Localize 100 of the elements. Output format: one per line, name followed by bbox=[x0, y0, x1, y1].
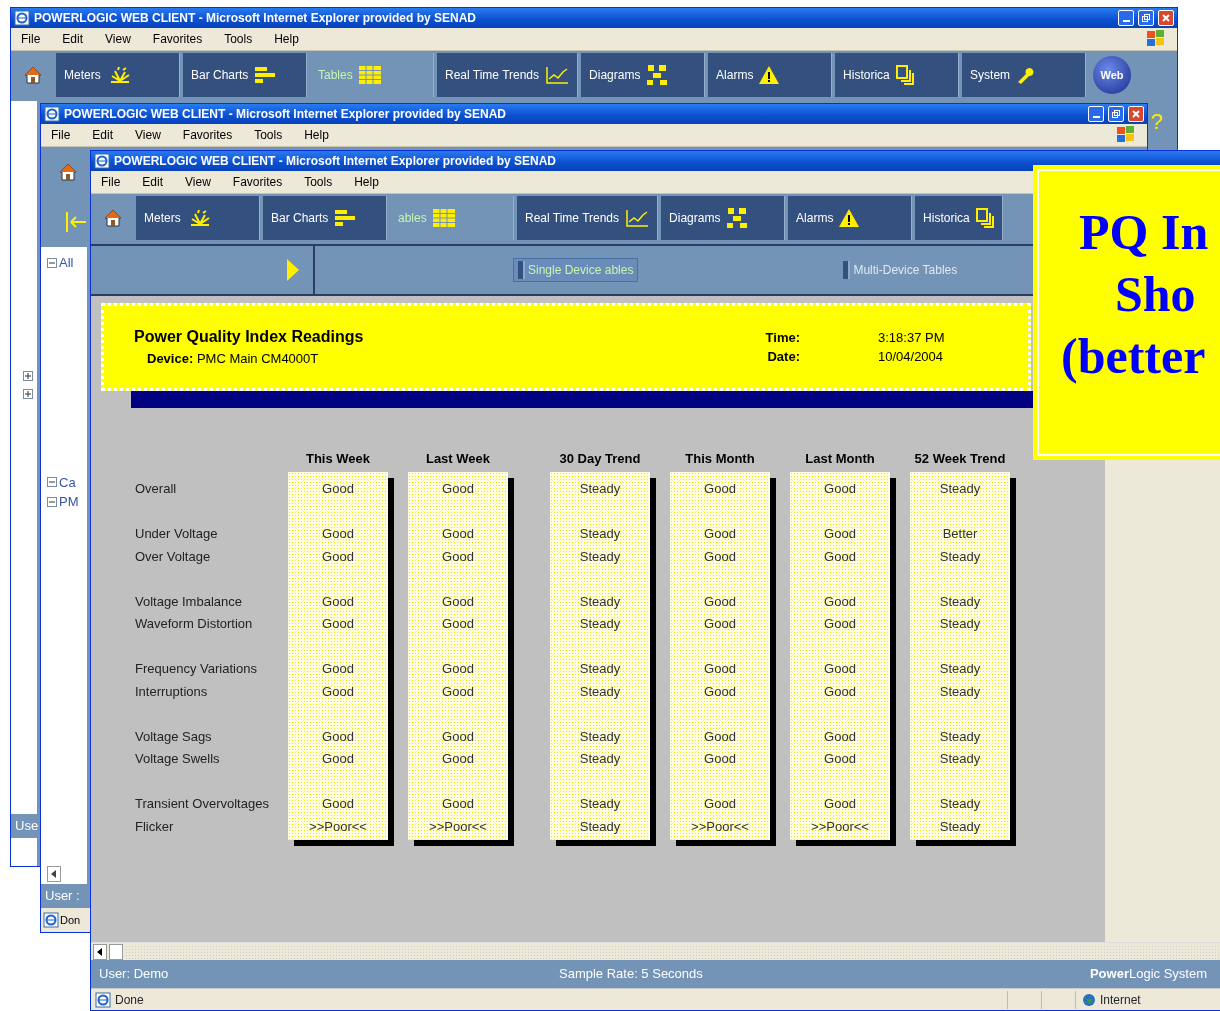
nav-tab[interactable]: Real Time Trends bbox=[437, 53, 579, 97]
menu-item[interactable]: Tools bbox=[224, 30, 253, 48]
menu-item[interactable]: File bbox=[21, 30, 41, 48]
tree-item[interactable]: PM bbox=[59, 492, 79, 512]
arrow-icon[interactable] bbox=[287, 259, 299, 281]
nav-tab[interactable]: Historica bbox=[915, 196, 1003, 240]
close-icon bbox=[1131, 109, 1141, 119]
menu-item[interactable]: Edit bbox=[142, 173, 164, 191]
menu-item[interactable]: View bbox=[105, 30, 131, 48]
table-cell-text: Steady bbox=[578, 547, 622, 566]
nav-tab[interactable]: Alarms bbox=[708, 53, 833, 97]
table-cell-text: Good bbox=[823, 727, 857, 746]
bar-chart-icon bbox=[254, 66, 277, 84]
callout-text: (better bbox=[1061, 327, 1206, 386]
nav-tab[interactable]: Diagrams bbox=[661, 196, 786, 240]
table-cell-text: Steady bbox=[938, 727, 982, 746]
table-cell-text: >>Poor<< bbox=[428, 817, 488, 836]
table-cell-text: Good bbox=[441, 480, 475, 498]
table-cell-text: Steady bbox=[938, 750, 982, 768]
table-cell-text: Steady bbox=[578, 750, 622, 768]
menu-item[interactable]: Favorites bbox=[232, 173, 283, 191]
nav-tab[interactable]: Meters bbox=[56, 53, 180, 97]
nav-tab[interactable]: Diagrams bbox=[581, 53, 706, 97]
minimize-button[interactable] bbox=[1118, 10, 1134, 26]
field-label: Time: bbox=[765, 328, 800, 347]
table-cell-text: Good bbox=[441, 727, 475, 746]
collapse-icon[interactable] bbox=[47, 477, 57, 488]
menu-item[interactable]: View bbox=[185, 173, 211, 191]
collapse-icon[interactable] bbox=[47, 496, 57, 507]
minimize-button[interactable] bbox=[1088, 106, 1104, 122]
close-icon bbox=[1161, 13, 1171, 23]
table-cell-text: Good bbox=[321, 682, 355, 701]
close-button[interactable] bbox=[1128, 106, 1144, 122]
window-title: POWERLOGIC WEB CLIENT - Microsoft Internet Explorer provided by SENAD bbox=[64, 106, 508, 123]
documents-icon bbox=[975, 208, 994, 228]
table-cell-text: Better bbox=[941, 525, 979, 543]
wrench-icon bbox=[1016, 66, 1035, 84]
collapse-icon[interactable] bbox=[47, 257, 57, 268]
nav-tab[interactable]: Bar Charts bbox=[263, 196, 387, 240]
expand-icon[interactable] bbox=[23, 371, 33, 381]
table-cell-text: Steady bbox=[938, 480, 982, 498]
book-icon bbox=[518, 261, 525, 279]
nav-tab[interactable]: System bbox=[962, 53, 1087, 97]
table-cell-text: Good bbox=[441, 660, 475, 678]
collapse-pane-icon[interactable] bbox=[65, 211, 87, 233]
nav-tab[interactable]: Meters bbox=[136, 196, 260, 240]
field-label: Date: bbox=[766, 348, 800, 366]
scroll-thumb[interactable] bbox=[109, 943, 123, 960]
browser-icon bbox=[14, 10, 30, 26]
menu-item[interactable]: Edit bbox=[62, 30, 84, 48]
scroll-left-button[interactable] bbox=[47, 866, 61, 882]
restore-button[interactable] bbox=[1108, 106, 1124, 122]
table-cell-text: Steady bbox=[938, 660, 982, 678]
menu-item[interactable]: View bbox=[135, 126, 161, 144]
scroll-left-button[interactable] bbox=[93, 943, 107, 960]
restore-button[interactable] bbox=[1138, 10, 1154, 26]
menu-item[interactable]: Favorites bbox=[182, 126, 233, 144]
device-text: Device: PMC Main CM4000T bbox=[147, 350, 320, 369]
status-text: Use bbox=[11, 814, 37, 838]
nav-tab[interactable]: Bar Charts bbox=[183, 53, 307, 97]
time-value: 3:18:37 PM bbox=[878, 328, 946, 347]
browser-icon bbox=[44, 106, 60, 122]
report-title: Power Quality Index Readings bbox=[134, 327, 364, 348]
menu-item[interactable]: Help bbox=[304, 126, 329, 144]
table-cell-text: Good bbox=[441, 592, 475, 611]
menu-item[interactable]: Favorites bbox=[152, 30, 203, 48]
documents-icon bbox=[895, 65, 914, 85]
status-text: Done bbox=[115, 991, 144, 1009]
expand-icon[interactable] bbox=[23, 389, 33, 399]
nav-tab[interactable]: Historica bbox=[835, 53, 960, 97]
table-cell-text: Good bbox=[441, 682, 475, 701]
table-cell-text: Steady bbox=[578, 660, 622, 678]
menu-item[interactable]: Tools bbox=[304, 173, 333, 191]
table-cell-text: >>Poor<< bbox=[690, 817, 750, 836]
row-label: Flicker bbox=[135, 817, 175, 836]
table-cell-text: Good bbox=[703, 615, 737, 633]
menu-item[interactable]: Tools bbox=[254, 126, 283, 144]
callout-text: PQ In bbox=[1079, 203, 1209, 262]
table-cell-text: Good bbox=[321, 750, 355, 768]
menu-item[interactable]: File bbox=[51, 126, 71, 144]
home-icon bbox=[59, 163, 77, 181]
table-cell-text: Steady bbox=[578, 727, 622, 746]
menu-item[interactable]: Help bbox=[354, 173, 379, 191]
menu-item[interactable]: File bbox=[101, 173, 121, 191]
table-icon bbox=[432, 209, 455, 227]
menu-item[interactable]: Help bbox=[274, 30, 299, 48]
status-text: Don bbox=[60, 912, 81, 928]
flag-logo-icon bbox=[1145, 29, 1167, 49]
flag-logo-icon bbox=[1115, 125, 1137, 145]
menu-item[interactable]: Edit bbox=[92, 126, 114, 144]
nav-tab[interactable]: Alarms bbox=[788, 196, 913, 240]
tree-item[interactable]: All bbox=[59, 253, 74, 273]
tree-item[interactable]: Ca bbox=[59, 472, 76, 492]
nav-tab[interactable]: Real Time Trends bbox=[517, 196, 659, 240]
table-cell-text: Steady bbox=[578, 615, 622, 633]
browser-icon bbox=[95, 991, 111, 1008]
browser-icon bbox=[43, 912, 59, 928]
close-button[interactable] bbox=[1158, 10, 1174, 26]
table-cell-text: Good bbox=[823, 525, 857, 543]
row-label: Over Voltage bbox=[135, 547, 212, 566]
